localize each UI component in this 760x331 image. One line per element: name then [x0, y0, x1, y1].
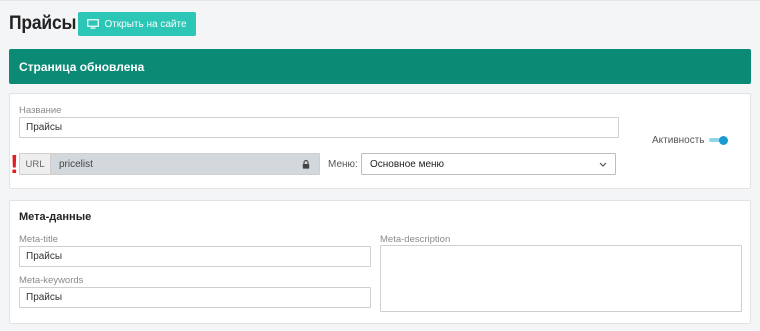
name-label: Название — [19, 105, 62, 116]
page-title: Прайсы — [9, 13, 77, 34]
open-on-site-label: Открыть на сайте — [104, 18, 187, 30]
menu-label: Меню: — [328, 159, 358, 170]
menu-selected-value: Основное меню — [370, 158, 445, 170]
url-input[interactable]: pricelist — [51, 154, 293, 174]
activity-toggle[interactable] — [709, 136, 728, 145]
alert-message: Страница обновлена — [19, 59, 145, 74]
meta-description-label: Meta-description — [380, 234, 451, 245]
meta-section-title: Мета-данные — [19, 211, 92, 223]
success-alert: Страница обновлена — [9, 49, 751, 84]
meta-title-input[interactable]: Прайсы — [19, 246, 371, 267]
toggle-knob — [719, 136, 728, 145]
url-warning-icon: ! — [10, 149, 19, 179]
meta-keywords-input[interactable]: Прайсы — [19, 287, 371, 308]
monitor-icon — [87, 19, 100, 29]
meta-title-label: Meta-title — [19, 234, 59, 245]
url-prefix: URL — [20, 154, 51, 174]
url-field: URL pricelist — [19, 153, 320, 175]
lock-icon[interactable] — [293, 154, 319, 174]
top-border — [0, 0, 760, 1]
menu-select[interactable]: Основное меню — [361, 153, 616, 175]
meta-description-textarea[interactable] — [380, 245, 742, 312]
name-input[interactable]: Прайсы — [19, 117, 619, 138]
meta-keywords-label: Meta-keywords — [19, 275, 84, 286]
activity-label: Активность — [652, 135, 705, 146]
main-settings-card: Название Прайсы ! URL pricelist Меню: Ос… — [9, 93, 751, 189]
chevron-down-icon — [599, 159, 607, 170]
open-on-site-button[interactable]: Открыть на сайте — [78, 12, 196, 36]
meta-data-card: Мета-данные Meta-title Прайсы Meta-keywo… — [9, 200, 751, 324]
